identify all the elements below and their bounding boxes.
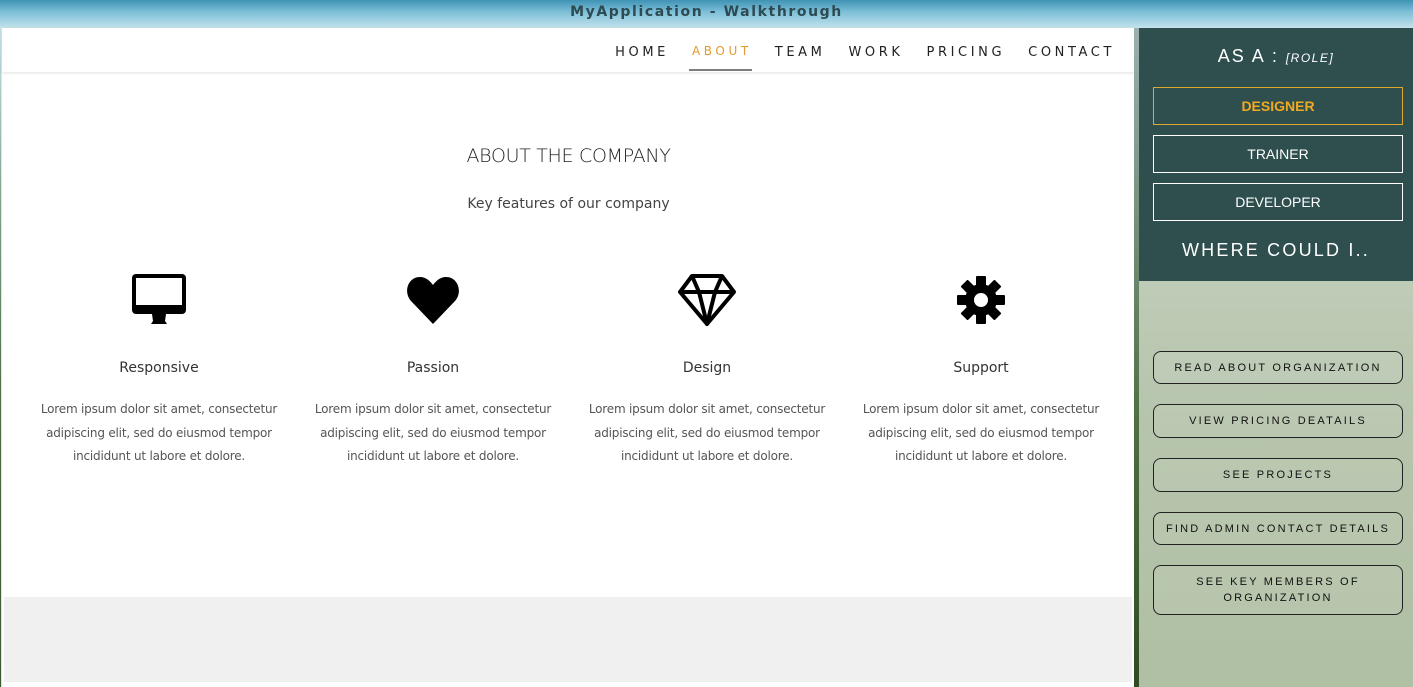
feature-name: Passion <box>406 360 460 376</box>
role-selector: AS A : [ROLE] DESIGNER TRAINER DEVELOPER… <box>1139 28 1413 281</box>
role-developer-button[interactable]: DEVELOPER <box>1153 183 1403 221</box>
section-title: ABOUT THE COMPANY <box>466 145 671 167</box>
nav-work[interactable]: WORK <box>835 28 913 71</box>
goal-view-pricing-button[interactable]: VIEW PRICING DEATAILS <box>1153 404 1403 438</box>
role-trainer-button[interactable]: TRAINER <box>1153 135 1403 173</box>
gear-icon <box>844 270 1118 330</box>
feature-description: Lorem ipsum dolor sit amet, consectetur … <box>862 402 1100 463</box>
window-title: MyApplication - Walkthrough <box>570 4 843 20</box>
feature-description: Lorem ipsum dolor sit amet, consectetur … <box>40 402 278 463</box>
role-placeholder: [ROLE] <box>1285 51 1335 65</box>
goal-see-key-members-button[interactable]: SEE KEY MEMBERS OF ORGANIZATION <box>1153 565 1403 615</box>
feature-item: Passion Lorem ipsum dolor sit amet, cons… <box>296 270 570 469</box>
feature-name: Design <box>682 360 732 376</box>
feature-description: Lorem ipsum dolor sit amet, consectetur … <box>314 402 552 463</box>
feature-name: Responsive <box>119 360 199 376</box>
feature-item: Responsive Lorem ipsum dolor sit amet, c… <box>22 270 296 469</box>
nav-contact[interactable]: CONTACT <box>1015 28 1125 71</box>
feature-name: Support <box>953 360 1009 376</box>
feature-list: Responsive Lorem ipsum dolor sit amet, c… <box>22 270 1118 469</box>
desktop-icon <box>22 270 296 330</box>
walkthrough-panel: AS A : [ROLE] DESIGNER TRAINER DEVELOPER… <box>1139 28 1413 687</box>
goal-find-admin-contact-button[interactable]: FIND ADMIN CONTACT DETAILS <box>1153 512 1403 545</box>
footer-band <box>4 597 1132 682</box>
goal-read-about-organization-button[interactable]: READ ABOUT ORGANIZATION <box>1153 351 1403 384</box>
top-navigation: HOME ABOUT TEAM WORK PRICING CONTACT <box>2 28 1135 72</box>
goal-see-projects-button[interactable]: SEE PROJECTS <box>1153 458 1403 492</box>
nav-team[interactable]: TEAM <box>762 28 836 71</box>
role-heading-label: AS A : <box>1217 46 1279 66</box>
diamond-icon <box>570 270 844 330</box>
goal-heading: WHERE COULD I.. <box>1181 240 1370 260</box>
role-designer-button[interactable]: DESIGNER <box>1153 87 1403 125</box>
feature-description: Lorem ipsum dolor sit amet, consectetur … <box>588 402 826 463</box>
nav-about[interactable]: ABOUT <box>679 28 762 71</box>
section-subtitle: Key features of our company <box>467 196 670 212</box>
window-title-bar: MyApplication - Walkthrough <box>0 0 1413 27</box>
feature-item: Design Lorem ipsum dolor sit amet, conse… <box>570 270 844 469</box>
role-heading: AS A : [ROLE] <box>1139 46 1413 67</box>
feature-item: Support Lorem ipsum dolor sit amet, cons… <box>844 270 1118 469</box>
nav-pricing[interactable]: PRICING <box>914 28 1016 71</box>
nav-home[interactable]: HOME <box>602 28 679 71</box>
heart-icon <box>296 270 570 330</box>
website-frame: HOME ABOUT TEAM WORK PRICING CONTACT ABO… <box>1 28 1135 687</box>
